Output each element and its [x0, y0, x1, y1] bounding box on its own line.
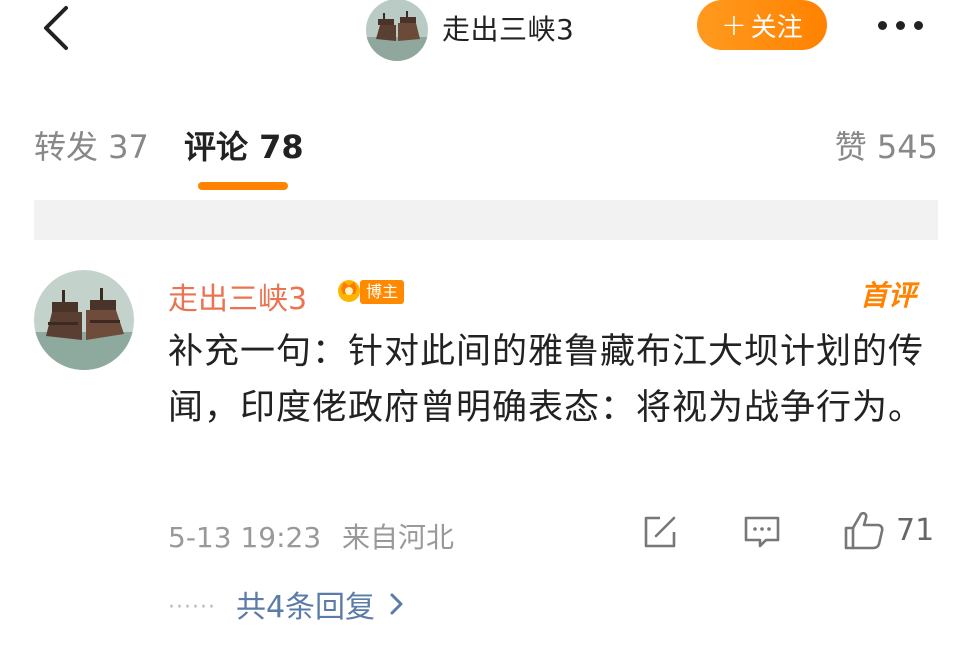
comment-username[interactable]: 走出三峡3 [168, 274, 307, 318]
share-button[interactable] [640, 512, 680, 552]
tab-comments[interactable]: 评论 78 [184, 122, 304, 168]
follow-button[interactable]: + 关注 [697, 0, 827, 50]
follow-label: 关注 [750, 12, 803, 43]
like-count: 71 [896, 512, 935, 548]
more-button[interactable] [860, 0, 940, 50]
more-dot-icon [877, 20, 887, 30]
chevron-right-icon [390, 593, 403, 615]
replies-dots: ······ [168, 594, 216, 620]
page-title: 走出三峡3 [442, 13, 575, 46]
reply-button[interactable] [742, 512, 782, 552]
previous-content-strip [34, 200, 938, 240]
comment-icon [744, 516, 780, 548]
top-nav-bar: 走出三峡3 + 关注 [0, 0, 970, 83]
comment-text: 补充一句：针对此间的雅鲁藏布江大坝计划的传闻，印度佬政府曾明确表态：将视为战争行… [168, 332, 925, 428]
weibo-comments-page: 走出三峡3 + 关注 转发 37 评论 78 赞 545 走出三峡3 博主 首评… [0, 0, 970, 650]
like-button[interactable]: 71 [842, 508, 934, 552]
blogger-badge: 博主 [360, 280, 405, 304]
more-dot-icon [895, 20, 905, 30]
comment-meta: 5-13 19:23 来自河北 [168, 516, 454, 556]
comment-item: 走出三峡3 博主 首评 补充一句：针对此间的雅鲁藏布江大坝计划的传闻，印度佬政府… [0, 240, 970, 650]
tab-reposts[interactable]: 转发 37 [34, 122, 149, 168]
more-dot-icon [913, 20, 923, 30]
share-icon [644, 516, 676, 548]
replies-row: ······ 共4条回复 [168, 582, 405, 626]
comment-time: 5-13 19:23 [168, 521, 322, 554]
active-tab-indicator [198, 182, 288, 190]
profile-title[interactable]: 走出三峡3 [366, 0, 575, 61]
avatar[interactable] [366, 0, 428, 61]
thumbs-up-icon [844, 511, 884, 550]
view-replies-link[interactable]: 共4条回复 [236, 582, 405, 626]
plus-icon: + [721, 7, 747, 43]
back-button[interactable] [30, 0, 80, 56]
replies-count: 共4条回复 [235, 590, 376, 625]
comment-source: 来自河北 [342, 521, 455, 554]
ship-avatar-image [34, 270, 134, 370]
ship-avatar-image [366, 0, 428, 61]
tab-likes[interactable]: 赞 545 [835, 122, 938, 168]
top-comment-tag: 首评 [859, 279, 916, 312]
tab-bar: 转发 37 评论 78 赞 545 [0, 82, 970, 200]
chevron-left-icon [44, 6, 68, 50]
avatar[interactable] [34, 270, 134, 370]
